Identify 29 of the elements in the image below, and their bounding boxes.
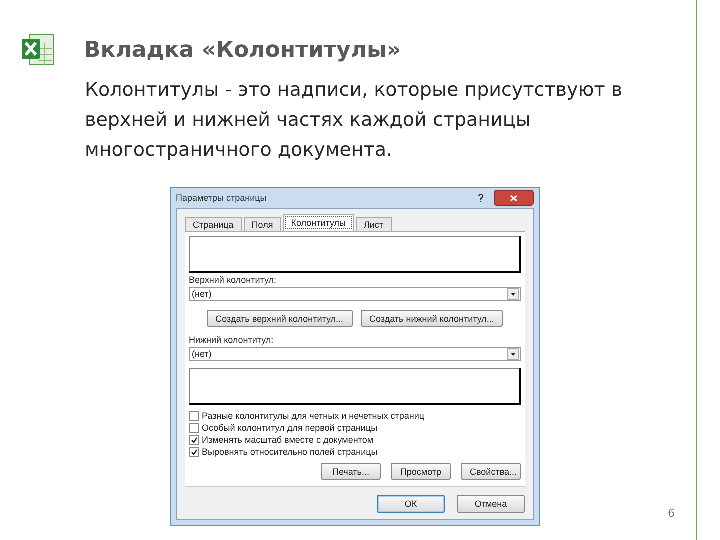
checkbox[interactable] [189,447,199,457]
dropdown-field[interactable]: (нет) [189,347,521,361]
spreadsheet-logo-icon [20,33,56,67]
action-button[interactable]: Просмотр [391,463,451,480]
tab[interactable]: Поля [244,217,282,231]
checkbox-label: Особый колонтитул для первой страницы [202,423,378,433]
create-button[interactable]: Создать нижний колонтитул... [360,310,504,327]
slide-text: Колонтитулы - это надписи, которые присутствуют в верхней и нижней частях каждой страницы многостраничного документа. [85,78,624,163]
tab[interactable]: Лист [356,217,392,231]
create-button[interactable]: Создать верхний колонтитул... [206,310,353,327]
checkbox[interactable] [189,423,199,433]
tab[interactable]: Колонтитулы [283,214,354,231]
cancel-button[interactable]: Отмена [457,495,525,513]
action-button[interactable]: Свойства... [461,463,521,480]
checkbox[interactable] [189,435,199,445]
checkbox-label: Изменять масштаб вместе с документом [202,435,374,445]
slide-title: Вкладка «Колонтитулы» [84,38,402,62]
checkbox-label: Разные колонтитулы для четных и нечетных страниц [202,411,425,421]
checkbox-label: Выровнять относительно полей страницы [202,447,378,457]
page-number: 6 [668,507,675,520]
tab[interactable]: Страница [185,217,242,231]
close-icon[interactable] [494,190,534,206]
ok-button[interactable]: ОК [377,495,445,513]
field-label: Верхний колонтитул: [189,275,278,285]
checkbox[interactable] [189,411,199,421]
dialog-title: Параметры страницы [176,193,268,203]
field-label: Нижний колонтитул: [189,335,275,345]
action-button[interactable]: Печать... [321,463,381,480]
dropdown-field[interactable]: (нет) [189,287,521,301]
